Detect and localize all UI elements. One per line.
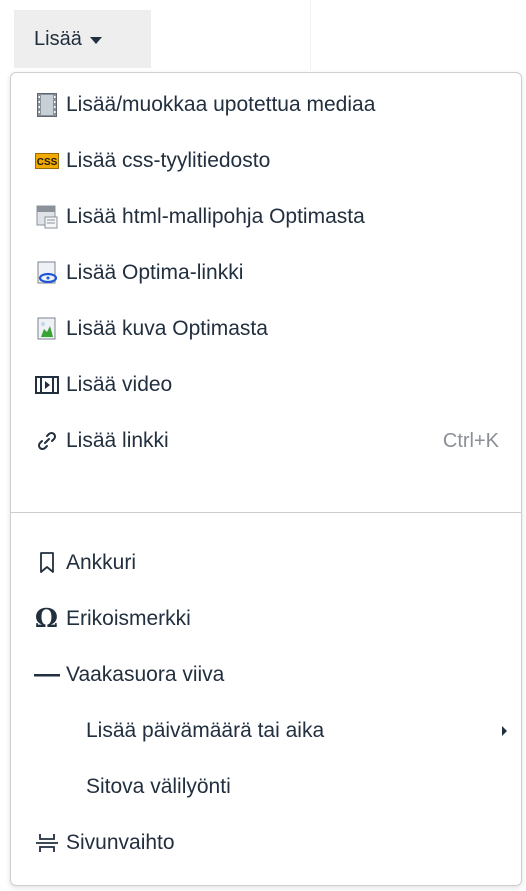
menu-item-anchor[interactable]: Ankkuri [11,539,521,587]
insert-menu-label: Lisää [34,27,82,50]
menu-item-label: Lisää kuva Optimasta [66,317,268,340]
css-icon: CSS [33,148,60,175]
menu-item-label: Lisää Optima-linkki [66,261,244,284]
menu-item-label: Ankkuri [66,551,137,574]
menu-item-label: Lisää/muokkaa upotettua mediaa [66,93,376,116]
menu-item-label: Lisää html-mallipohja Optimasta [66,205,365,228]
film-strip-icon [33,92,60,119]
menu-item-optima-link[interactable]: Lisää Optima-linkki [11,249,521,297]
menubar: Lisää [0,0,526,72]
menu-item-css-stylesheet[interactable]: CSS Lisää css-tyylitiedosto [11,137,521,185]
menu-item-embed-media[interactable]: Lisää/muokkaa upotettua mediaa [11,81,521,129]
menu-divider [11,512,521,513]
menu-item-label: Vaakasuora viiva [66,663,225,686]
chevron-down-icon [89,36,102,44]
menu-item-label: Lisää linkki [66,429,169,452]
menu-item-horizontal-line[interactable]: Vaakasuora viiva [11,651,521,699]
menu-item-html-template[interactable]: Lisää html-mallipohja Optimasta [11,193,521,241]
page-break-icon [33,830,60,857]
menu-item-label: Erikoismerkki [66,607,191,630]
menu-item-link[interactable]: Lisää linkki Ctrl+K [11,417,521,465]
menu-item-label: Sitova välilyönti [86,775,231,798]
menu-item-label: Lisää css-tyylitiedosto [66,149,271,172]
horizontal-line-icon [33,662,60,689]
link-icon [33,428,60,455]
bookmark-icon [33,550,60,577]
menu-item-nonbreaking-space[interactable]: Sitova välilyönti [11,763,521,811]
insert-menu-button[interactable]: Lisää [14,10,151,68]
menu-item-video[interactable]: Lisää video [11,361,521,409]
optima-link-icon [33,260,60,287]
menu-item-label: Lisää video [66,373,173,396]
submenu-arrow-icon [502,726,507,736]
keyboard-shortcut: Ctrl+K [442,429,499,452]
menu-item-date-time[interactable]: Lisää päivämäärä tai aika [11,707,521,755]
html-template-icon [33,204,60,231]
menu-item-page-break[interactable]: Sivunvaihto [11,819,521,867]
svg-text:CSS: CSS [36,157,57,168]
image-icon [33,316,60,343]
insert-dropdown-menu: Lisää/muokkaa upotettua mediaa CSS Lisää… [10,72,522,886]
menu-item-label: Sivunvaihto [66,831,175,854]
menu-item-special-character[interactable]: Ω Erikoismerkki [11,595,521,643]
omega-icon: Ω [34,604,59,634]
menu-item-label: Lisää päivämäärä tai aika [86,719,325,742]
video-icon [33,372,60,399]
menu-item-optima-image[interactable]: Lisää kuva Optimasta [11,305,521,353]
menubar-separator [310,0,311,70]
